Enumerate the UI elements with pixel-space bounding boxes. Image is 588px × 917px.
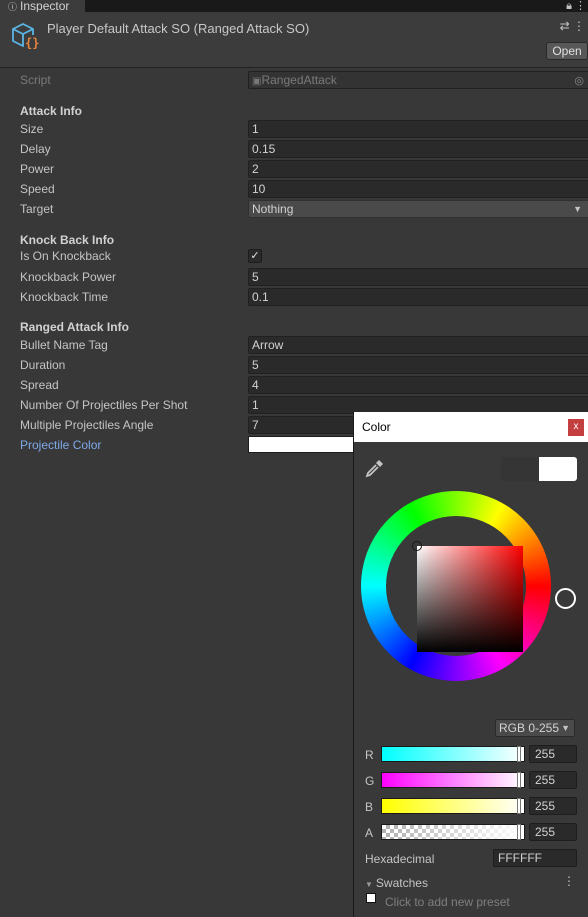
blue-slider-thumb[interactable] [517,798,521,814]
color-picker-title: Color [362,420,391,434]
blue-label: B [365,800,374,814]
knockback-power-field[interactable]: 5 [248,268,588,286]
color-picker-window: Color x RGB 0-255 ▼ R 255 G 255 B 255 A … [353,412,588,917]
header-menu: ⇄ ⋮ [560,19,585,33]
projectile-color-label: Projectile Color [20,438,102,452]
info-icon: ⓘ [8,2,18,12]
eyedropper-icon[interactable] [363,456,387,480]
swatches-menu-icon[interactable]: ⋮ [563,874,575,888]
delay-label: Delay [20,142,51,156]
saturation-value-handle[interactable] [412,541,422,551]
size-label: Size [20,122,44,136]
is-on-knockback-checkbox[interactable]: ✓ [248,249,262,263]
script-field-value: RangedAttack [261,73,337,87]
target-dropdown-value: Nothing [252,202,294,216]
hexadecimal-label: Hexadecimal [365,852,435,866]
red-slider[interactable] [381,746,525,762]
chevron-down-icon: ▼ [573,204,582,214]
knockback-power-label: Knockback Power [20,270,117,284]
foldout-arrow-icon: ▼ [365,880,373,889]
duration-field[interactable]: 5 [248,356,588,374]
delay-field[interactable]: 0.15 [248,140,588,158]
lock-icon[interactable]: 🔒︎ [566,0,572,12]
blue-value-field[interactable]: 255 [529,797,577,815]
alpha-value-field[interactable]: 255 [529,823,577,841]
more-menu-icon[interactable]: ⋮ [575,0,586,12]
open-button[interactable]: Open [546,42,588,60]
alpha-slider-thumb[interactable] [517,824,521,840]
swatches-foldout[interactable]: ▼ Swatches [365,876,428,890]
script-label: Script [20,73,51,87]
spread-field[interactable]: 4 [248,376,588,394]
duration-label: Duration [20,358,66,372]
section-attack-info: Attack Info [20,104,83,118]
is-on-knockback-label: Is On Knockback [20,249,111,263]
hue-handle[interactable] [555,588,576,609]
context-menu-icon[interactable]: ⋮ [573,19,585,33]
red-value-field[interactable]: 255 [529,745,577,763]
alpha-slider[interactable] [381,824,525,840]
red-slider-thumb[interactable] [517,746,521,762]
target-label: Target [20,202,54,216]
power-label: Power [20,162,55,176]
section-ranged-attack-info: Ranged Attack Info [20,320,129,334]
saturation-value-square[interactable] [417,546,523,652]
bullet-name-tag-field[interactable]: Arrow [248,336,588,354]
color-picker-titlebar: Color x [354,412,588,442]
blue-slider[interactable] [381,798,525,814]
section-knock-back-info: Knock Back Info [20,233,115,247]
inspector-title: Player Default Attack SO (Ranged Attack … [47,21,310,36]
svg-text:{}: {} [25,36,39,50]
projectiles-per-shot-label: Number Of Projectiles Per Shot [20,398,188,412]
current-color-swatch [539,457,577,481]
color-mode-dropdown[interactable]: RGB 0-255 ▼ [495,719,575,737]
color-mode-value: RGB 0-255 [499,721,560,735]
script-field[interactable]: ▣RangedAttack ◎ [248,71,588,89]
spread-label: Spread [20,378,59,392]
red-label: R [365,748,374,762]
previous-color-swatch[interactable] [501,457,539,481]
green-slider[interactable] [381,772,525,788]
size-field[interactable]: 1 [248,120,588,138]
close-button[interactable]: x [568,419,584,436]
projectiles-angle-label: Multiple Projectiles Angle [20,418,154,432]
chevron-down-icon: ▼ [561,723,570,733]
scriptable-object-icon: {} [12,22,39,50]
green-label: G [365,774,375,788]
speed-field[interactable]: 10 [248,180,588,198]
knockback-time-label: Knockback Time [20,290,109,304]
projectile-color-field[interactable] [248,436,358,453]
green-slider-thumb[interactable] [517,772,521,788]
preset-icon[interactable]: ⇄ [560,19,570,33]
add-preset-swatch[interactable] [366,893,376,903]
inspector-header: {} Player Default Attack SO (Ranged Atta… [0,12,588,68]
window-tab-bar: ⓘ Inspector 🔒︎ ⋮ [0,0,588,12]
target-dropdown[interactable]: Nothing ▼ [248,200,588,218]
swatches-label: Swatches [375,876,428,890]
green-value-field[interactable]: 255 [529,771,577,789]
speed-label: Speed [20,182,55,196]
bullet-name-tag-label: Bullet Name Tag [20,338,108,352]
add-preset-hint: Click to add new preset [385,895,510,909]
power-field[interactable]: 2 [248,160,588,178]
tab-inspector[interactable]: ⓘ Inspector [0,0,85,12]
object-picker-icon[interactable]: ◎ [574,73,584,89]
alpha-label: A [365,826,374,840]
knockback-time-field[interactable]: 0.1 [248,288,588,306]
hexadecimal-field[interactable]: FFFFFF [493,849,577,867]
